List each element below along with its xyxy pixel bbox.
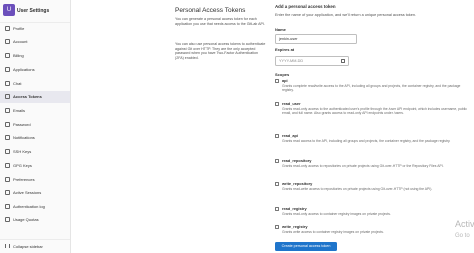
collapse-sidebar-button[interactable]: Collapse sidebar bbox=[0, 239, 70, 252]
scope-checkbox[interactable] bbox=[275, 225, 279, 229]
sidebar-item-billing[interactable]: Billing bbox=[0, 50, 70, 62]
chat-icon bbox=[5, 81, 10, 86]
bell-icon bbox=[5, 135, 10, 140]
sidebar-item-label: Password bbox=[13, 122, 31, 127]
sessions-icon bbox=[5, 190, 10, 195]
sidebar-item-label: Preferences bbox=[13, 177, 35, 182]
sidebar-item-gpg-keys[interactable]: GPG Keys bbox=[0, 160, 70, 172]
sidebar-item-label: SSH Keys bbox=[13, 149, 32, 154]
sidebar-item-label: Billing bbox=[13, 53, 24, 58]
scope-name: api bbox=[282, 78, 288, 83]
create-token-button[interactable]: Create personal access token bbox=[275, 242, 337, 251]
scope-description: Grants read-only access to repositories … bbox=[282, 163, 444, 168]
billing-icon bbox=[5, 53, 10, 58]
sidebar-item-label: Profile bbox=[13, 26, 25, 31]
scope-checkbox[interactable] bbox=[275, 182, 279, 186]
sidebar-item-access-tokens[interactable]: Access Tokens bbox=[0, 91, 70, 103]
intro-paragraph: You can generate a personal access token… bbox=[175, 17, 265, 26]
sidebar-item-label: Emails bbox=[13, 108, 26, 113]
token-icon bbox=[5, 94, 10, 99]
sidebar-item-label: Active Sessions bbox=[13, 190, 42, 195]
email-icon bbox=[5, 108, 10, 113]
sidebar-item-label: Access Tokens bbox=[13, 94, 42, 99]
sidebar-item-password[interactable]: Password bbox=[0, 119, 70, 131]
scope-name: write_registry bbox=[282, 224, 308, 229]
sidebar-item-label: Applications bbox=[13, 67, 35, 72]
scope-description: Grants read-write access to repositories… bbox=[282, 186, 433, 191]
name-input[interactable]: jenkin-user bbox=[275, 34, 357, 44]
sidebar-item-profile[interactable]: Profile bbox=[0, 23, 70, 35]
preferences-icon bbox=[5, 177, 10, 182]
log-icon bbox=[5, 204, 10, 209]
scope-description: Grants read-only access to container reg… bbox=[282, 211, 391, 216]
scope-description: Grants read-only access to the authentic… bbox=[282, 106, 467, 116]
form-subtitle: Enter the name of your application, and … bbox=[275, 13, 417, 17]
activation-watermark: Activ bbox=[455, 219, 474, 229]
sidebar-item-usage-quotas[interactable]: Usage Quotas bbox=[0, 214, 70, 226]
sidebar-item-active-sessions[interactable]: Active Sessions bbox=[0, 187, 70, 199]
scope-name: read_registry bbox=[282, 206, 307, 211]
calendar-icon[interactable] bbox=[341, 59, 345, 64]
lock-icon bbox=[5, 122, 10, 127]
key-icon bbox=[5, 163, 10, 168]
sidebar-item-emails[interactable]: Emails bbox=[0, 105, 70, 117]
quota-icon bbox=[5, 217, 10, 222]
sidebar-item-label: Notifications bbox=[13, 135, 35, 140]
collapse-icon bbox=[5, 244, 10, 248]
scope-checkbox[interactable] bbox=[275, 159, 279, 163]
scopes-label: Scopes bbox=[275, 72, 290, 77]
scope-description: Grants complete read/write access to the… bbox=[282, 83, 461, 93]
sidebar-item-label: Chat bbox=[13, 81, 22, 86]
form-title: Add a personal access token bbox=[275, 4, 336, 9]
profile-icon bbox=[5, 26, 10, 31]
name-label: Name bbox=[275, 27, 286, 32]
sidebar-item-label: Account bbox=[13, 39, 28, 44]
sidebar: U User Settings Profile Account Billing … bbox=[0, 0, 71, 253]
sidebar-item-notifications[interactable]: Notifications bbox=[0, 132, 70, 144]
scope-name: write_repository bbox=[282, 181, 313, 186]
sidebar-item-applications[interactable]: Applications bbox=[0, 64, 70, 76]
scope-name: read_repository bbox=[282, 158, 312, 163]
scope-name: read_user bbox=[282, 101, 301, 106]
sidebar-item-label: Authentication log bbox=[13, 204, 45, 209]
account-icon bbox=[5, 39, 10, 44]
scope-checkbox[interactable] bbox=[275, 102, 279, 106]
sidebar-item-authentication-log[interactable]: Authentication log bbox=[0, 201, 70, 213]
expires-at-input[interactable]: YYYY-MM-DD bbox=[275, 56, 349, 66]
sidebar-item-ssh-keys[interactable]: SSH Keys bbox=[0, 146, 70, 158]
scope-description: Grants read access to the API, including… bbox=[282, 138, 451, 143]
key-icon bbox=[5, 149, 10, 154]
applications-icon bbox=[5, 67, 10, 72]
scope-name: read_api bbox=[282, 133, 299, 138]
expires-placeholder: YYYY-MM-DD bbox=[279, 59, 304, 63]
scope-description: Grants write access to container registr… bbox=[282, 229, 384, 234]
page-title: Personal Access Tokens bbox=[175, 7, 246, 14]
sidebar-item-label: Usage Quotas bbox=[13, 217, 39, 222]
user-avatar[interactable]: U bbox=[3, 4, 15, 16]
scope-checkbox[interactable] bbox=[275, 207, 279, 211]
collapse-sidebar-label: Collapse sidebar bbox=[13, 244, 43, 249]
sidebar-item-chat[interactable]: Chat bbox=[0, 78, 70, 90]
sidebar-item-label: GPG Keys bbox=[13, 163, 32, 168]
sidebar-item-preferences[interactable]: Preferences bbox=[0, 174, 70, 186]
sidebar-item-account[interactable]: Account bbox=[0, 36, 70, 48]
sidebar-title: User Settings bbox=[17, 8, 50, 14]
expires-label: Expires at bbox=[275, 47, 295, 52]
scope-checkbox[interactable] bbox=[275, 134, 279, 138]
sidebar-header[interactable]: U User Settings bbox=[0, 0, 70, 23]
intro-paragraph-2fa: You can also use personal access tokens … bbox=[175, 42, 266, 60]
activation-watermark-sub: Go to bbox=[455, 233, 470, 239]
scope-checkbox[interactable] bbox=[275, 79, 279, 83]
